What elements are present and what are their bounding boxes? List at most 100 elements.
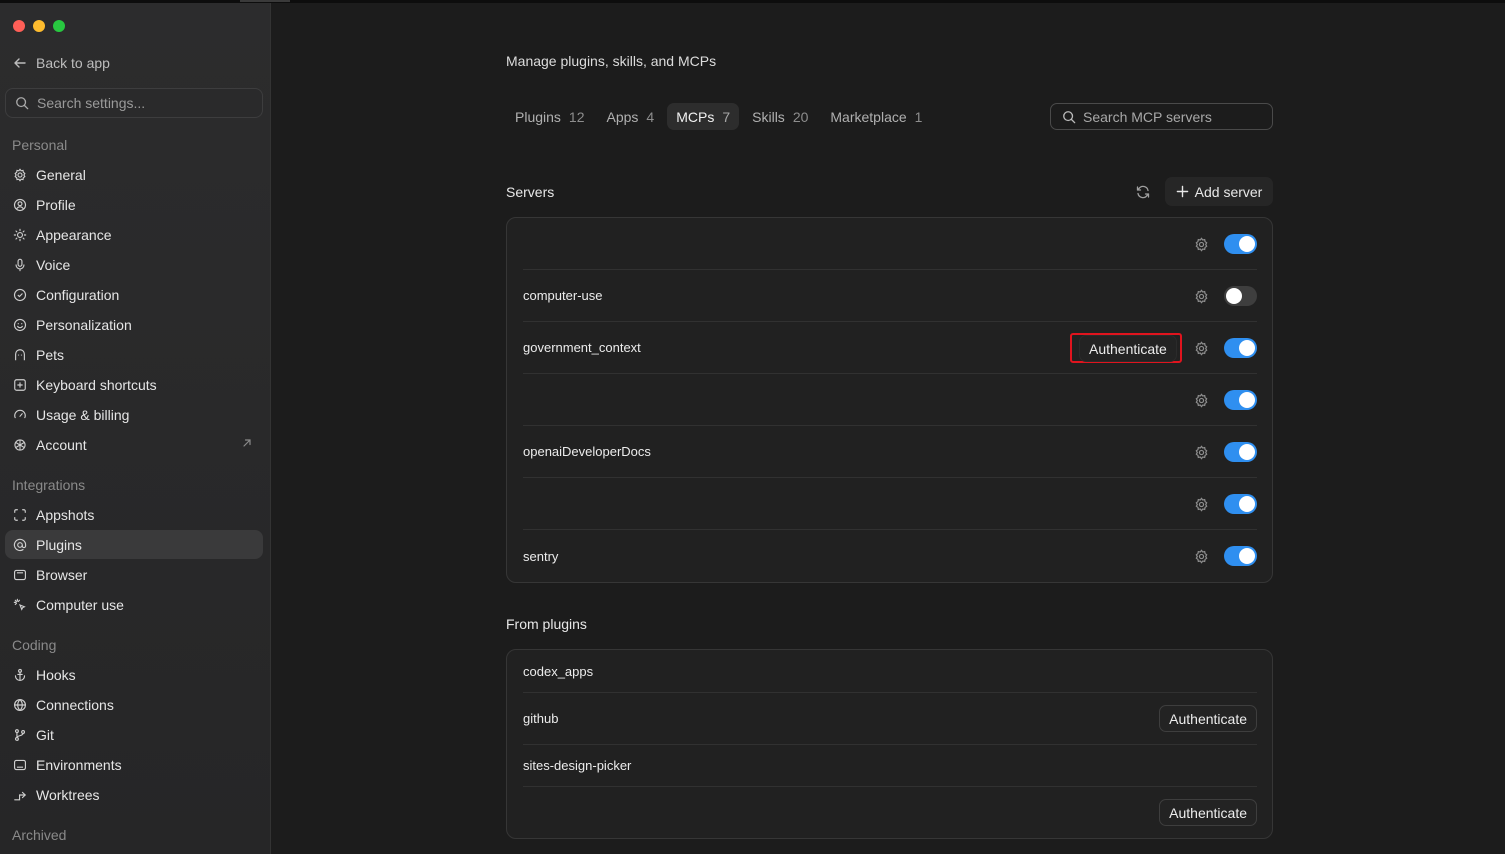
screenshot-icon — [12, 507, 27, 522]
tab-plugins[interactable]: Plugins 12 — [506, 103, 594, 130]
sidebar-item-label: Computer use — [36, 596, 124, 613]
tab-label: Plugins — [515, 108, 561, 125]
sidebar-item-usage-billing[interactable]: Usage & billing — [5, 400, 263, 429]
plugin-server-row-sites-design-picker: sites-design-picker — [523, 745, 1257, 787]
sidebar-item-pets[interactable]: Pets — [5, 340, 263, 369]
sidebar-item-label: General — [36, 166, 86, 183]
globe-icon — [12, 697, 27, 712]
tab-count: 12 — [568, 108, 585, 125]
refresh-icon[interactable] — [1135, 184, 1151, 200]
plugin-servers-list: codex_apps github Authenticate sites-des… — [506, 649, 1273, 839]
search-icon — [1063, 110, 1076, 123]
add-server-label: Add server — [1194, 183, 1263, 200]
sidebar-item-appshots[interactable]: Appshots — [5, 500, 263, 529]
plugin-server-name: sites-design-picker — [523, 758, 632, 773]
authenticate-button[interactable]: Authenticate — [1159, 705, 1257, 732]
sidebar-item-label: Git — [36, 726, 54, 743]
sidebar-item-appearance[interactable]: Appearance — [5, 220, 263, 249]
tab-mcps[interactable]: MCPs 7 — [667, 103, 740, 130]
sidebar-item-label: Voice — [36, 256, 71, 273]
gear-icon[interactable] — [1194, 341, 1209, 356]
settings-search-input[interactable] — [37, 95, 247, 111]
search-icon — [16, 97, 29, 110]
server-row — [523, 374, 1257, 426]
server-name: computer-use — [523, 288, 603, 303]
sidebar: Back to app Personal General Profile App… — [0, 3, 271, 854]
mcp-search-input[interactable] — [1083, 108, 1263, 125]
tab-apps[interactable]: Apps 4 — [598, 103, 664, 130]
gear-icon[interactable] — [1194, 237, 1209, 252]
environment-icon — [12, 757, 27, 772]
sidebar-item-label: Profile — [36, 196, 76, 213]
sidebar-item-plugins[interactable]: Plugins — [5, 530, 263, 559]
sidebar-item-computer-use[interactable]: Computer use — [5, 590, 263, 619]
server-toggle[interactable] — [1224, 442, 1257, 462]
user-circle-icon — [12, 197, 27, 212]
sidebar-item-configuration[interactable]: Configuration — [5, 280, 263, 309]
sidebar-item-label: Environments — [36, 756, 122, 773]
sun-icon — [12, 227, 27, 242]
server-toggle[interactable] — [1224, 338, 1257, 358]
sidebar-item-label: Browser — [36, 566, 88, 583]
gear-icon[interactable] — [1194, 289, 1209, 304]
arrow-left-icon — [14, 58, 26, 68]
section-archived: Archived — [12, 827, 67, 843]
tab-count: 7 — [722, 108, 731, 125]
server-toggle[interactable] — [1224, 494, 1257, 514]
sidebar-item-voice[interactable]: Voice — [5, 250, 263, 279]
minimize-window-button[interactable] — [33, 20, 45, 32]
server-row-sentry: sentry — [523, 530, 1257, 582]
sidebar-item-hooks[interactable]: Hooks — [5, 660, 263, 689]
server-toggle[interactable] — [1224, 234, 1257, 254]
server-name: sentry — [523, 548, 559, 564]
browser-icon — [12, 567, 27, 582]
page-title: Manage plugins, skills, and MCPs — [506, 53, 717, 69]
gear-icon — [12, 167, 27, 182]
from-plugins-heading: From plugins — [506, 616, 587, 632]
authenticate-button[interactable]: Authenticate — [1079, 335, 1177, 362]
plus-icon — [1176, 185, 1188, 198]
sidebar-item-keyboard-shortcuts[interactable]: Keyboard shortcuts — [5, 370, 263, 399]
tab-marketplace[interactable]: Marketplace 1 — [821, 103, 931, 130]
back-to-app-link[interactable]: Back to app — [12, 55, 110, 71]
gear-icon[interactable] — [1194, 393, 1209, 408]
sidebar-item-general[interactable]: General — [5, 160, 263, 189]
section-coding: Coding — [12, 637, 57, 653]
add-server-button[interactable]: Add server — [1165, 177, 1273, 206]
server-row — [523, 218, 1257, 270]
sidebar-item-label: Connections — [36, 696, 114, 713]
server-toggle[interactable] — [1224, 390, 1257, 410]
sidebar-item-label: Pets — [36, 346, 65, 363]
plugin-server-name: codex_apps — [523, 663, 594, 679]
tab-label: Apps — [606, 108, 639, 125]
mcp-search — [1050, 103, 1273, 130]
server-row-government-context: government_context Authenticate — [523, 322, 1257, 374]
tab-skills[interactable]: Skills 20 — [743, 103, 817, 130]
sidebar-item-connections[interactable]: Connections — [5, 690, 263, 719]
sidebar-item-worktrees[interactable]: Worktrees — [5, 780, 263, 809]
main-content: Manage plugins, skills, and MCPs Plugins… — [271, 3, 1505, 854]
sidebar-item-git[interactable]: Git — [5, 720, 263, 749]
sidebar-item-profile[interactable]: Profile — [5, 190, 263, 219]
zoom-window-button[interactable] — [53, 20, 65, 32]
gear-icon[interactable] — [1194, 549, 1209, 564]
keyboard-icon — [12, 377, 27, 392]
gear-icon[interactable] — [1194, 497, 1209, 512]
server-toggle[interactable] — [1224, 546, 1257, 566]
sidebar-item-account[interactable]: Account — [5, 430, 263, 459]
plugin-server-row-github: github Authenticate — [523, 693, 1257, 745]
server-row-openai-developer-docs: openaiDeveloperDocs — [523, 426, 1257, 478]
tab-bar: Plugins 12 Apps 4 MCPs 7 Skills 20 Marketpla… — [506, 103, 931, 130]
server-name: government_context — [523, 340, 641, 355]
gear-icon[interactable] — [1194, 445, 1209, 460]
sidebar-item-browser[interactable]: Browser — [5, 560, 263, 589]
sidebar-item-environments[interactable]: Environments — [5, 750, 263, 779]
close-window-button[interactable] — [13, 20, 25, 32]
sidebar-item-personalization[interactable]: Personalization — [5, 310, 263, 339]
authenticate-button[interactable]: Authenticate — [1159, 799, 1257, 826]
settings-search — [5, 88, 263, 118]
sidebar-item-label: Appearance — [36, 226, 112, 243]
sidebar-item-label: Configuration — [36, 286, 120, 303]
sidebar-item-label: Personalization — [36, 316, 132, 333]
server-toggle[interactable] — [1224, 286, 1257, 306]
